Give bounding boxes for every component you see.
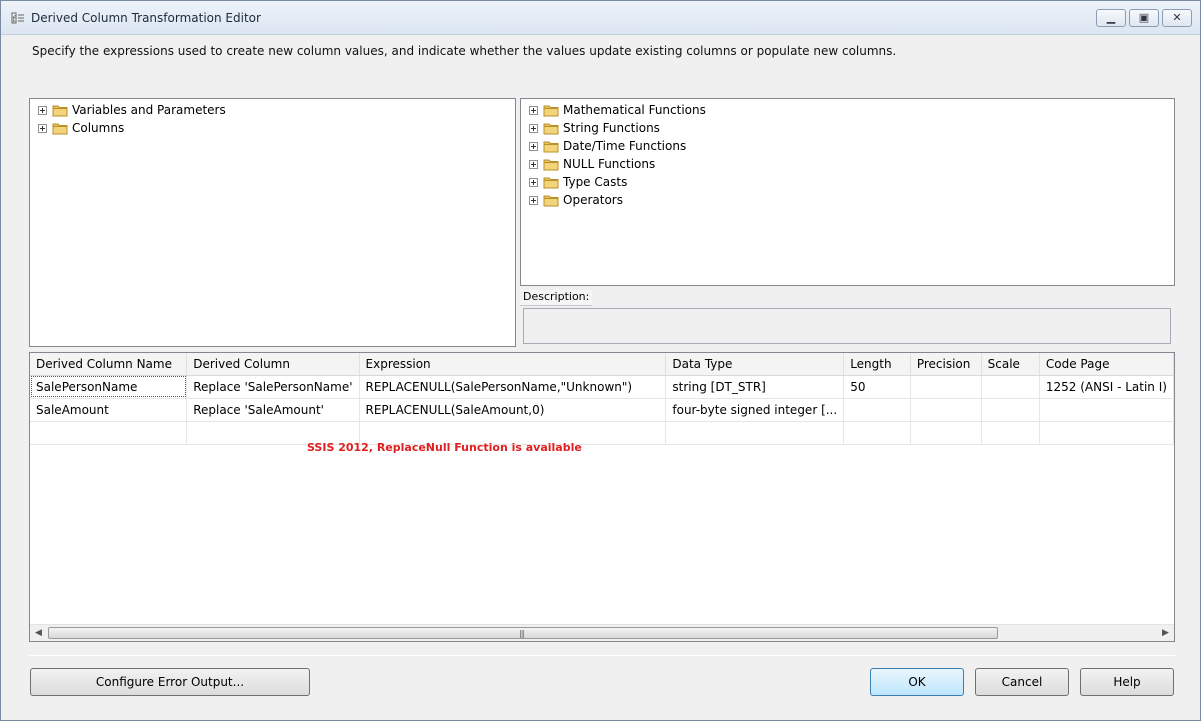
maximize-button[interactable]: ▣ xyxy=(1129,9,1159,27)
table-row-new[interactable] xyxy=(30,421,1174,445)
tree-item-label: Mathematical Functions xyxy=(563,103,706,117)
grid-cell[interactable] xyxy=(981,421,1040,445)
grid-cell[interactable]: string [DT_STR] xyxy=(665,375,845,399)
expand-icon[interactable] xyxy=(38,123,47,133)
folder-icon xyxy=(543,159,559,170)
grid-cell[interactable] xyxy=(910,421,982,445)
tree-item-string-functions[interactable]: String Functions xyxy=(529,120,660,136)
table-row[interactable]: SaleAmount Replace 'SaleAmount' REPLACEN… xyxy=(30,398,1174,422)
expand-icon[interactable] xyxy=(529,123,538,133)
grid-cell[interactable]: REPLACENULL(SaleAmount,0) xyxy=(359,398,667,422)
grid-cell[interactable] xyxy=(1039,398,1174,422)
derived-columns-grid[interactable]: Derived Column Name Derived Column Expre… xyxy=(29,352,1175,642)
close-button[interactable]: ✕ xyxy=(1162,9,1192,27)
instructions-text: Specify the expressions used to create n… xyxy=(32,44,897,58)
grid-cell[interactable] xyxy=(910,375,982,399)
column-header[interactable]: Expression xyxy=(359,353,667,376)
divider xyxy=(29,655,1175,656)
derived-column-icon: f xyxy=(11,12,24,24)
grid-cell[interactable]: REPLACENULL(SalePersonName,"Unknown") xyxy=(359,375,667,399)
grid-header-row: Derived Column Name Derived Column Expre… xyxy=(30,353,1174,376)
expand-icon[interactable] xyxy=(38,105,47,115)
grid-cell[interactable]: 50 xyxy=(843,375,911,399)
grid-cell[interactable]: SaleAmount xyxy=(30,398,188,422)
horizontal-scrollbar[interactable]: ◀ ||| ▶ xyxy=(30,624,1174,641)
grid-cell[interactable]: SalePersonName xyxy=(30,375,188,399)
folder-icon xyxy=(543,141,559,152)
configure-error-output-button[interactable]: Configure Error Output... xyxy=(30,668,310,696)
grid-cell[interactable] xyxy=(843,421,911,445)
tree-item-label: String Functions xyxy=(563,121,660,135)
grip-icon: ||| xyxy=(519,629,525,638)
column-header[interactable]: Derived Column Name xyxy=(30,353,188,376)
expand-icon[interactable] xyxy=(529,177,538,187)
grid-cell[interactable]: Replace 'SaleAmount' xyxy=(186,398,360,422)
grid-cell[interactable] xyxy=(981,398,1040,422)
minimize-icon: ▁ xyxy=(1106,11,1116,24)
minimize-button[interactable]: ▁ xyxy=(1096,9,1126,27)
grid-cell[interactable] xyxy=(30,421,188,445)
scroll-right-icon[interactable]: ▶ xyxy=(1157,625,1174,641)
column-header[interactable]: Derived Column xyxy=(186,353,360,376)
annotation-text: SSIS 2012, ReplaceNull Function is avail… xyxy=(307,441,582,454)
folder-icon xyxy=(52,123,68,134)
window-title: Derived Column Transformation Editor xyxy=(31,11,261,25)
tree-item-type-casts[interactable]: Type Casts xyxy=(529,174,627,190)
cancel-button[interactable]: Cancel xyxy=(975,668,1069,696)
ok-button[interactable]: OK xyxy=(870,668,964,696)
table-row[interactable]: SalePersonName Replace 'SalePersonName' … xyxy=(30,375,1174,399)
close-icon: ✕ xyxy=(1172,11,1182,24)
grid-cell[interactable]: 1252 (ANSI - Latin I) xyxy=(1039,375,1174,399)
expand-icon[interactable] xyxy=(529,195,538,205)
column-header[interactable]: Data Type xyxy=(665,353,845,376)
column-header[interactable]: Code Page xyxy=(1039,353,1174,376)
scroll-left-icon[interactable]: ◀ xyxy=(30,625,47,641)
column-header[interactable]: Length xyxy=(843,353,911,376)
tree-item-label: NULL Functions xyxy=(563,157,656,171)
tree-item-label: Variables and Parameters xyxy=(72,103,226,117)
folder-icon xyxy=(543,123,559,134)
tree-item-label: Date/Time Functions xyxy=(563,139,687,153)
grid-cell[interactable] xyxy=(843,398,911,422)
grid-cell[interactable] xyxy=(910,398,982,422)
scroll-thumb[interactable]: ||| xyxy=(48,627,998,639)
description-box xyxy=(523,308,1171,344)
functions-tree[interactable]: Mathematical Functions String Functions … xyxy=(520,98,1175,286)
grid-cell[interactable] xyxy=(1039,421,1174,445)
column-header[interactable]: Precision xyxy=(910,353,982,376)
tree-item-datetime-functions[interactable]: Date/Time Functions xyxy=(529,138,686,154)
description-label: Description: xyxy=(520,290,593,306)
tree-item-columns[interactable]: Columns xyxy=(38,120,124,136)
folder-icon xyxy=(52,105,68,116)
title-bar: f Derived Column Transformation Editor ▁… xyxy=(1,1,1200,35)
derived-columns-table: Derived Column Name Derived Column Expre… xyxy=(30,353,1174,445)
dialog-window: f Derived Column Transformation Editor ▁… xyxy=(0,0,1201,721)
help-button[interactable]: Help xyxy=(1080,668,1174,696)
grid-cell[interactable] xyxy=(665,421,845,445)
grid-cell[interactable]: four-byte signed integer [... xyxy=(665,398,845,422)
folder-icon xyxy=(543,105,559,116)
grid-cell[interactable]: Replace 'SalePersonName' xyxy=(186,375,360,399)
variables-columns-tree[interactable]: Variables and Parameters Columns xyxy=(29,98,516,347)
grid-cell[interactable] xyxy=(981,375,1040,399)
tree-item-label: Columns xyxy=(72,121,125,135)
expand-icon[interactable] xyxy=(529,141,538,151)
folder-icon xyxy=(543,177,559,188)
tree-item-label: Type Casts xyxy=(563,175,628,189)
tree-item-variables[interactable]: Variables and Parameters xyxy=(38,102,226,118)
column-header[interactable]: Scale xyxy=(981,353,1040,376)
tree-item-label: Operators xyxy=(563,193,623,207)
expand-icon[interactable] xyxy=(529,105,538,115)
folder-icon xyxy=(543,195,559,206)
tree-item-mathematical-functions[interactable]: Mathematical Functions xyxy=(529,102,706,118)
tree-item-null-functions[interactable]: NULL Functions xyxy=(529,156,655,172)
tree-item-operators[interactable]: Operators xyxy=(529,192,623,208)
expand-icon[interactable] xyxy=(529,159,538,169)
restore-icon: ▣ xyxy=(1138,11,1150,24)
